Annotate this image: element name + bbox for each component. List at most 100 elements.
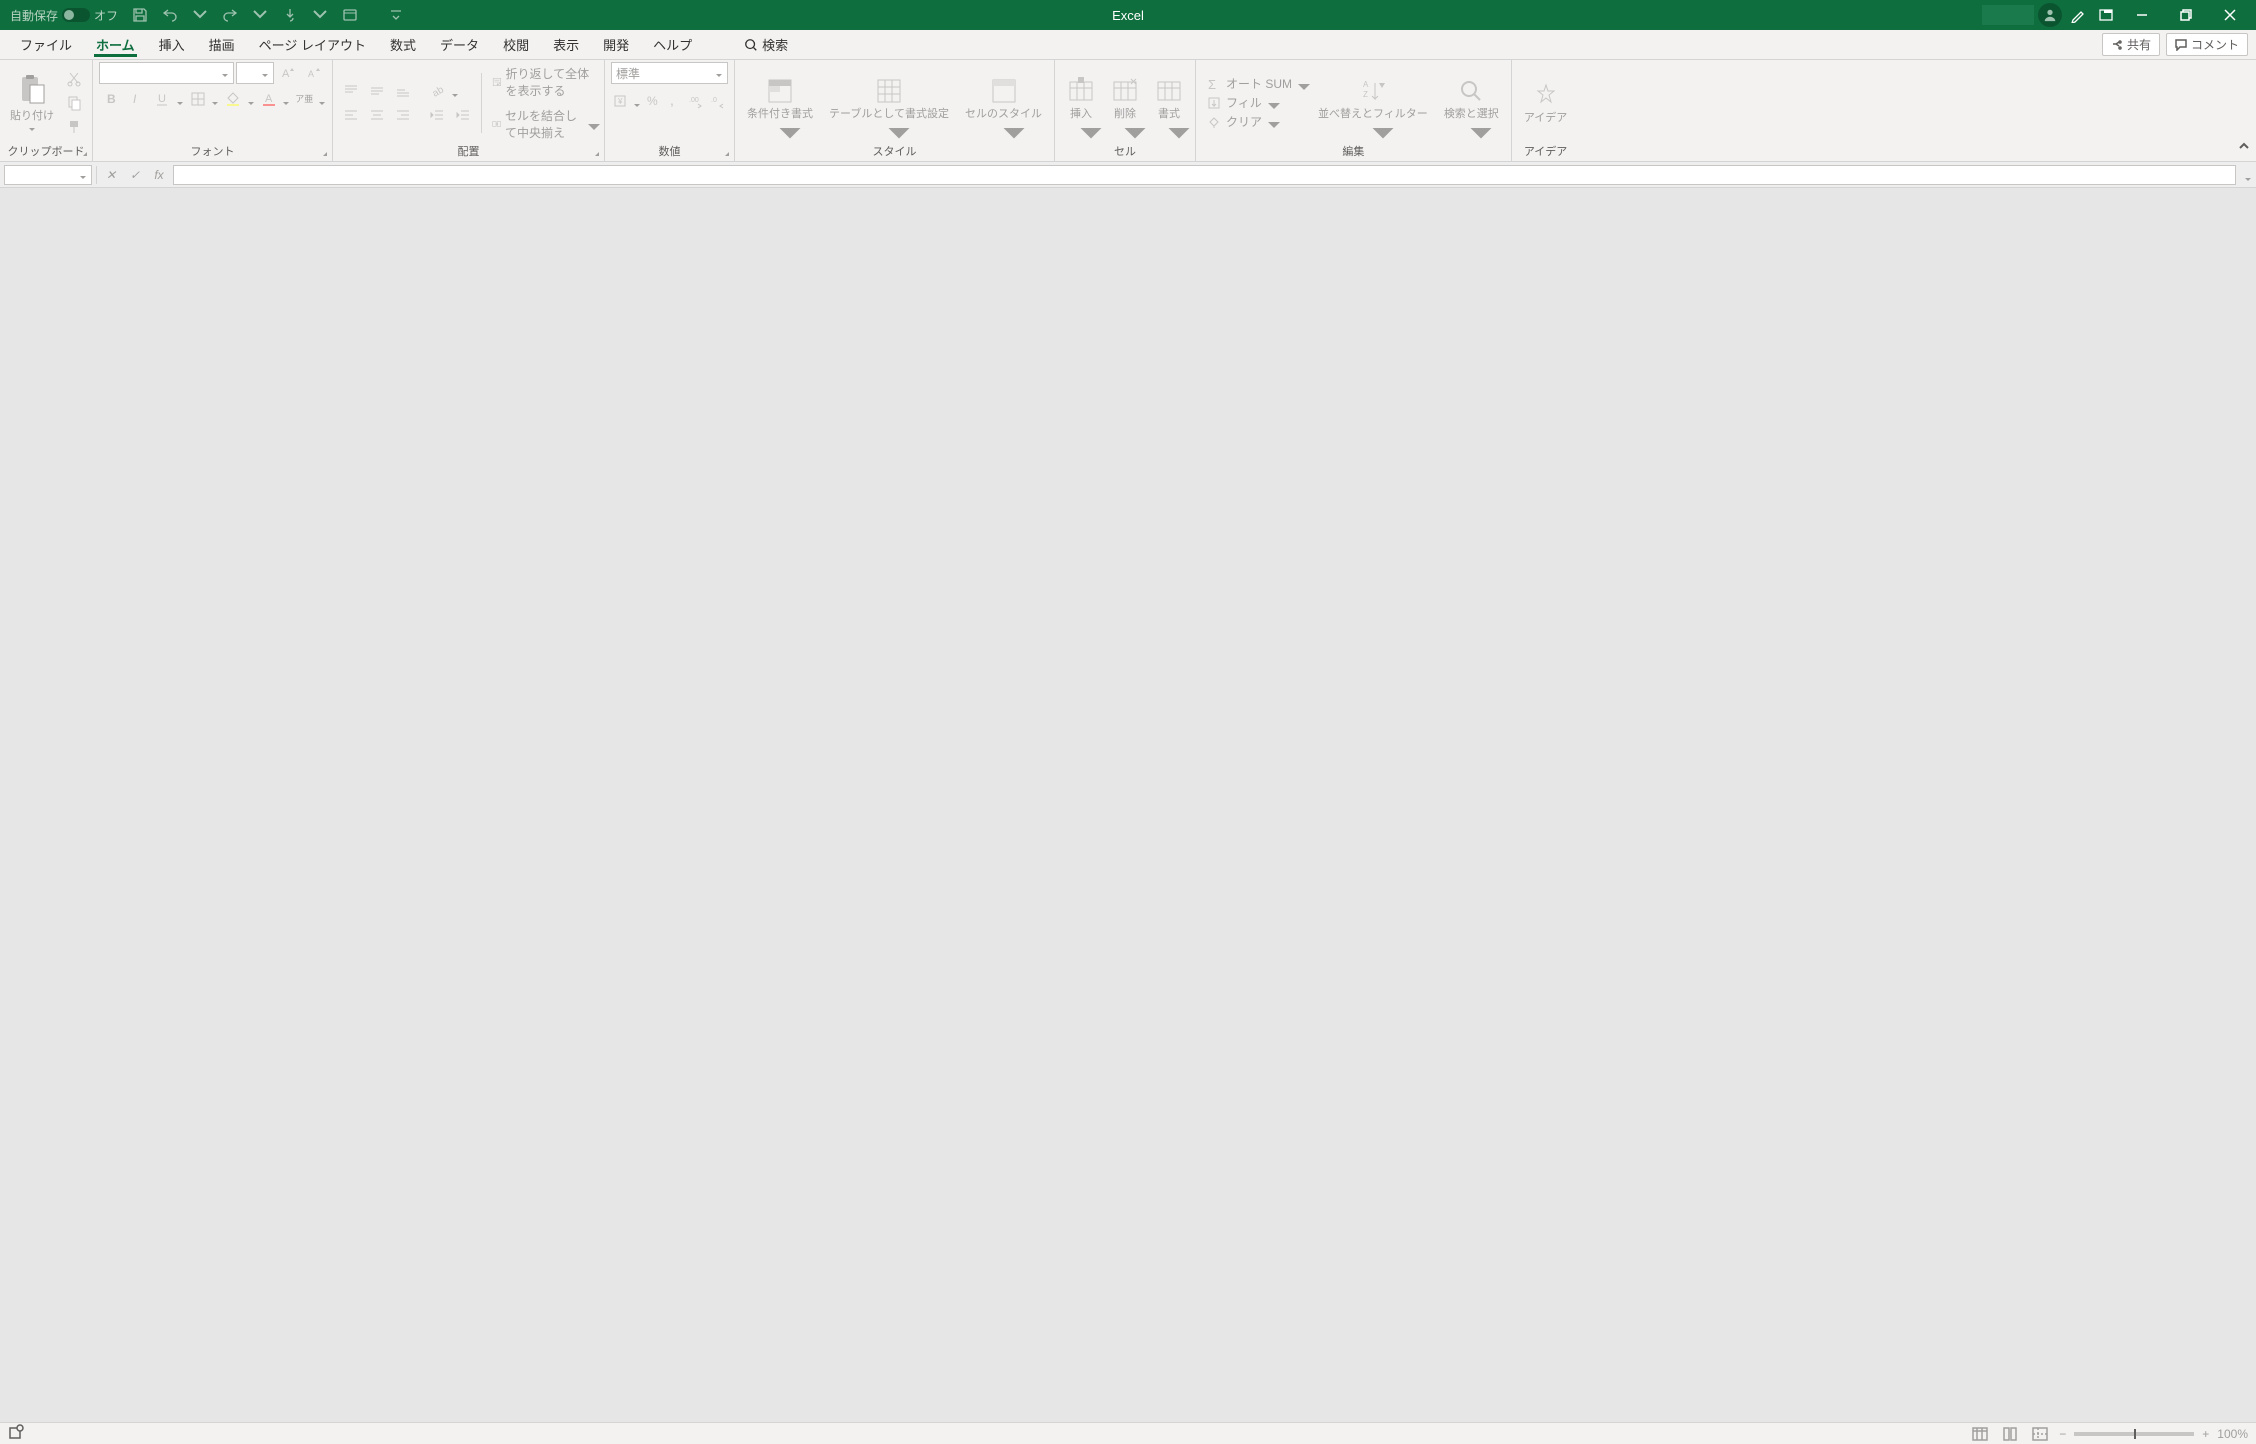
tab-draw[interactable]: 描画 bbox=[197, 30, 247, 60]
touch-mode-icon[interactable] bbox=[278, 3, 302, 27]
format-as-table-button[interactable]: テーブルとして書式設定 bbox=[823, 75, 955, 131]
align-bottom-icon[interactable] bbox=[391, 80, 415, 102]
tab-developer[interactable]: 開発 bbox=[591, 30, 641, 60]
cut-icon[interactable] bbox=[62, 68, 86, 90]
zoom-level[interactable]: 100% bbox=[2217, 1427, 2248, 1441]
decrease-indent-icon[interactable] bbox=[425, 104, 449, 126]
decrease-decimal-icon[interactable]: .0 bbox=[708, 90, 728, 112]
chevron-down-icon[interactable] bbox=[176, 95, 184, 103]
bold-icon[interactable]: B bbox=[99, 88, 123, 110]
tab-home[interactable]: ホーム bbox=[84, 30, 147, 60]
qat-customize-icon[interactable] bbox=[384, 3, 408, 27]
font-name-combo[interactable] bbox=[99, 62, 234, 84]
zoom-slider-thumb[interactable] bbox=[2134, 1429, 2136, 1439]
align-left-icon[interactable] bbox=[339, 104, 363, 126]
delete-cells-button[interactable]: 削除 bbox=[1105, 75, 1145, 131]
clear-button[interactable]: クリア bbox=[1202, 113, 1308, 130]
zoom-in-icon[interactable]: + bbox=[2202, 1427, 2209, 1441]
cancel-formula-icon[interactable]: ✕ bbox=[101, 165, 121, 185]
paste-button[interactable]: 貼り付け bbox=[6, 71, 58, 135]
collapse-ribbon-icon[interactable] bbox=[2238, 139, 2250, 157]
find-select-button[interactable]: 検索と選択 bbox=[1438, 75, 1505, 131]
fill-color-icon[interactable] bbox=[221, 88, 245, 110]
undo-icon[interactable] bbox=[158, 3, 182, 27]
align-middle-icon[interactable] bbox=[365, 80, 389, 102]
align-top-icon[interactable] bbox=[339, 80, 363, 102]
page-break-view-icon[interactable] bbox=[2029, 1425, 2051, 1443]
comment-button[interactable]: コメント bbox=[2166, 33, 2248, 56]
chevron-down-icon[interactable] bbox=[451, 87, 459, 95]
sort-filter-button[interactable]: AZ 並べ替えとフィルター bbox=[1312, 75, 1434, 131]
fill-button[interactable]: フィル bbox=[1202, 94, 1308, 111]
tab-help[interactable]: ヘルプ bbox=[641, 30, 704, 60]
orientation-icon[interactable]: ab bbox=[425, 80, 449, 102]
font-size-combo[interactable] bbox=[236, 62, 274, 84]
insert-cells-button[interactable]: 挿入 bbox=[1061, 75, 1101, 131]
increase-decimal-icon[interactable]: .00 bbox=[686, 90, 706, 112]
tell-me-search[interactable]: 検索 bbox=[744, 35, 788, 54]
decrease-font-icon[interactable]: A bbox=[302, 62, 326, 84]
chevron-down-icon[interactable] bbox=[211, 95, 219, 103]
save-icon[interactable] bbox=[128, 3, 152, 27]
minimize-button[interactable] bbox=[2122, 0, 2162, 30]
tab-page-layout[interactable]: ページ レイアウト bbox=[247, 30, 378, 60]
dialog-launcher-font[interactable] bbox=[316, 145, 330, 159]
user-avatar-icon[interactable] bbox=[2038, 3, 2062, 27]
title-search-box[interactable] bbox=[1982, 5, 2034, 25]
maximize-button[interactable] bbox=[2166, 0, 2206, 30]
accounting-icon[interactable]: ¥ bbox=[611, 90, 631, 112]
expand-formula-bar-icon[interactable] bbox=[2244, 171, 2252, 179]
name-box[interactable] bbox=[4, 165, 92, 185]
align-right-icon[interactable] bbox=[391, 104, 415, 126]
zoom-slider[interactable] bbox=[2074, 1432, 2194, 1436]
increase-font-icon[interactable]: A bbox=[276, 62, 300, 84]
font-color-icon[interactable]: A bbox=[257, 88, 281, 110]
normal-view-icon[interactable] bbox=[1969, 1425, 1991, 1443]
enter-formula-icon[interactable]: ✓ bbox=[125, 165, 145, 185]
pen-icon[interactable] bbox=[2066, 3, 2090, 27]
zoom-out-icon[interactable]: − bbox=[2059, 1427, 2066, 1441]
redo-dropdown-icon[interactable] bbox=[248, 3, 272, 27]
undo-dropdown-icon[interactable] bbox=[188, 3, 212, 27]
merge-center-button[interactable]: セルを結合して中央揃え bbox=[488, 107, 598, 141]
redo-icon[interactable] bbox=[218, 3, 242, 27]
close-button[interactable] bbox=[2210, 0, 2250, 30]
page-layout-view-icon[interactable] bbox=[1999, 1425, 2021, 1443]
italic-icon[interactable]: I bbox=[125, 88, 149, 110]
tab-review[interactable]: 校閲 bbox=[491, 30, 541, 60]
touch-dropdown-icon[interactable] bbox=[308, 3, 332, 27]
dialog-launcher-clipboard[interactable] bbox=[76, 145, 90, 159]
tab-file[interactable]: ファイル bbox=[8, 30, 84, 60]
dialog-launcher-number[interactable] bbox=[718, 145, 732, 159]
macro-record-icon[interactable] bbox=[8, 1424, 24, 1443]
tab-formulas[interactable]: 数式 bbox=[378, 30, 428, 60]
chevron-down-icon[interactable] bbox=[282, 95, 290, 103]
copy-icon[interactable] bbox=[62, 92, 86, 114]
number-format-combo[interactable]: 標準 bbox=[611, 62, 728, 84]
borders-icon[interactable] bbox=[186, 88, 210, 110]
fx-icon[interactable]: fx bbox=[149, 165, 169, 185]
conditional-formatting-button[interactable]: 条件付き書式 bbox=[741, 75, 819, 131]
share-button[interactable]: 共有 bbox=[2102, 33, 2160, 56]
format-painter-icon[interactable] bbox=[62, 116, 86, 138]
dialog-launcher-alignment[interactable] bbox=[588, 145, 602, 159]
livepreview-icon[interactable] bbox=[338, 3, 362, 27]
autosum-button[interactable]: Σ オート SUM bbox=[1202, 75, 1308, 92]
align-center-icon[interactable] bbox=[365, 104, 389, 126]
formula-input[interactable] bbox=[173, 165, 2236, 185]
tab-view[interactable]: 表示 bbox=[541, 30, 591, 60]
format-cells-button[interactable]: 書式 bbox=[1149, 75, 1189, 131]
autosave-toggle[interactable]: 自動保存 オフ bbox=[6, 7, 122, 24]
chevron-down-icon[interactable] bbox=[247, 95, 255, 103]
increase-indent-icon[interactable] bbox=[451, 104, 475, 126]
ribbon-display-icon[interactable] bbox=[2094, 3, 2118, 27]
comma-icon[interactable]: , bbox=[665, 90, 685, 112]
percent-icon[interactable]: % bbox=[643, 90, 663, 112]
tab-insert[interactable]: 挿入 bbox=[147, 30, 197, 60]
tab-data[interactable]: データ bbox=[428, 30, 491, 60]
ideas-button[interactable]: アイデア bbox=[1518, 79, 1573, 127]
chevron-down-icon[interactable] bbox=[318, 95, 326, 103]
chevron-down-icon[interactable] bbox=[633, 97, 641, 105]
cell-styles-button[interactable]: セルのスタイル bbox=[959, 75, 1048, 131]
ruby-icon[interactable]: ア亜 bbox=[292, 88, 316, 110]
